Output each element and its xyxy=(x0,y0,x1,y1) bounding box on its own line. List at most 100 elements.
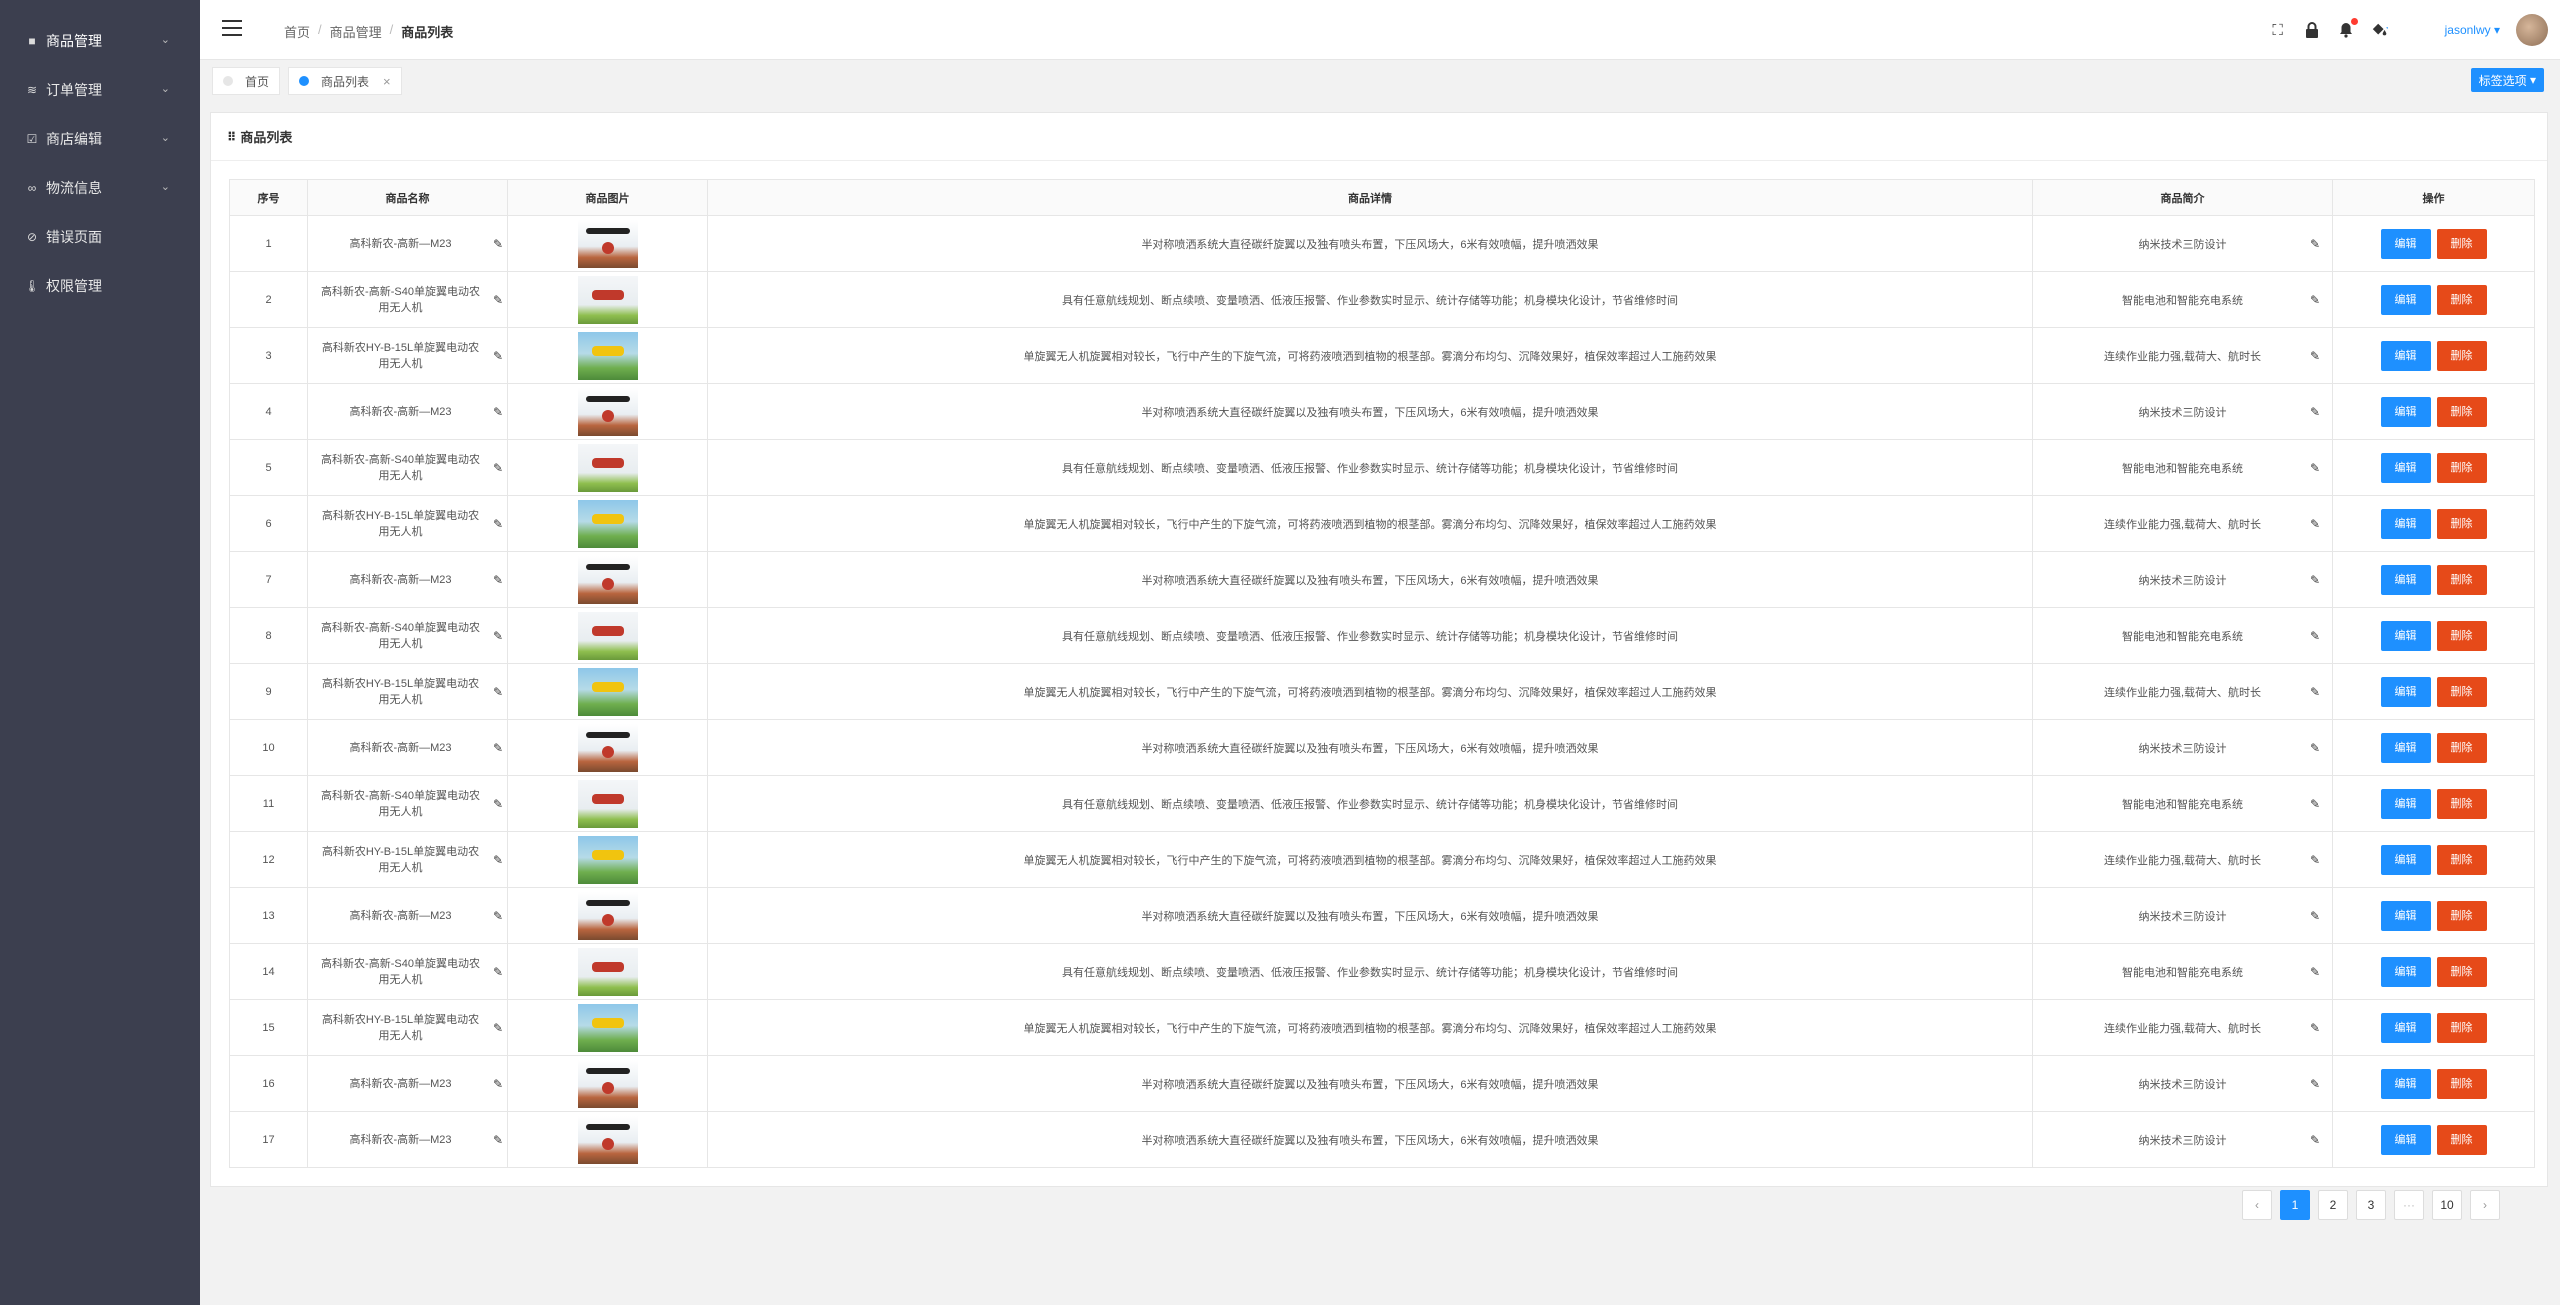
pagination-prev-icon[interactable]: ‹ xyxy=(2242,1190,2272,1220)
product-thumbnail[interactable] xyxy=(577,891,638,940)
edit-pencil-icon[interactable]: ✎ xyxy=(2310,853,2320,867)
edit-pencil-icon[interactable]: ✎ xyxy=(2310,573,2320,587)
bell-icon[interactable] xyxy=(2337,18,2358,39)
edit-pencil-icon[interactable]: ✎ xyxy=(2310,349,2320,363)
edit-pencil-icon[interactable]: ✎ xyxy=(2310,1077,2320,1091)
edit-button[interactable]: 编辑 xyxy=(2380,1012,2431,1043)
sidebar-item[interactable]: ☑ 商店编辑 ⌄ xyxy=(0,114,200,163)
product-thumbnail[interactable] xyxy=(577,723,638,772)
edit-pencil-icon[interactable]: ✎ xyxy=(2310,461,2320,475)
delete-button[interactable]: 删除 xyxy=(2436,900,2487,931)
edit-pencil-icon[interactable]: ✎ xyxy=(2310,293,2320,307)
tab-product-list[interactable]: 商品列表 × xyxy=(288,67,402,95)
delete-button[interactable]: 删除 xyxy=(2436,564,2487,595)
edit-pencil-icon[interactable]: ✎ xyxy=(493,460,503,476)
sidebar-item[interactable]: 🌡 权限管理 xyxy=(0,261,200,310)
edit-pencil-icon[interactable]: ✎ xyxy=(493,404,503,420)
edit-button[interactable]: 编辑 xyxy=(2380,340,2431,371)
edit-pencil-icon[interactable]: ✎ xyxy=(493,1132,503,1148)
product-thumbnail[interactable] xyxy=(577,1003,638,1052)
edit-button[interactable]: 编辑 xyxy=(2380,788,2431,819)
delete-button[interactable]: 删除 xyxy=(2436,1012,2487,1043)
edit-button[interactable]: 编辑 xyxy=(2380,732,2431,763)
product-thumbnail[interactable] xyxy=(577,1059,638,1108)
delete-button[interactable]: 删除 xyxy=(2436,956,2487,987)
pagination-page[interactable]: 3 xyxy=(2356,1190,2386,1220)
edit-button[interactable]: 编辑 xyxy=(2380,1124,2431,1155)
delete-button[interactable]: 删除 xyxy=(2436,284,2487,315)
product-thumbnail[interactable] xyxy=(577,499,638,548)
product-thumbnail[interactable] xyxy=(577,275,638,324)
edit-pencil-icon[interactable]: ✎ xyxy=(493,1076,503,1092)
edit-button[interactable]: 编辑 xyxy=(2380,452,2431,483)
delete-button[interactable]: 删除 xyxy=(2436,340,2487,371)
edit-pencil-icon[interactable]: ✎ xyxy=(493,852,503,868)
edit-pencil-icon[interactable]: ✎ xyxy=(2310,741,2320,755)
edit-pencil-icon[interactable]: ✎ xyxy=(493,236,503,252)
menu-toggle-icon[interactable] xyxy=(222,20,242,36)
edit-pencil-icon[interactable]: ✎ xyxy=(493,628,503,644)
edit-button[interactable]: 编辑 xyxy=(2380,228,2431,259)
delete-button[interactable]: 删除 xyxy=(2436,620,2487,651)
fullscreen-icon[interactable]: ⛶ xyxy=(2269,21,2287,39)
sidebar-item[interactable]: ∞ 物流信息 ⌄ xyxy=(0,163,200,212)
product-thumbnail[interactable] xyxy=(577,555,638,604)
edit-pencil-icon[interactable]: ✎ xyxy=(493,1020,503,1036)
delete-button[interactable]: 删除 xyxy=(2436,732,2487,763)
pagination-page[interactable]: 1 xyxy=(2280,1190,2310,1220)
edit-button[interactable]: 编辑 xyxy=(2380,844,2431,875)
sidebar-item[interactable]: ≋ 订单管理 ⌄ xyxy=(0,65,200,114)
edit-pencil-icon[interactable]: ✎ xyxy=(2310,1133,2320,1147)
user-menu[interactable]: jasonlwy ▾ xyxy=(2445,23,2500,37)
tab-options-button[interactable]: 标签选项 ▾ xyxy=(2470,68,2544,92)
edit-pencil-icon[interactable]: ✎ xyxy=(493,740,503,756)
breadcrumb-parent[interactable]: 商品管理 xyxy=(330,22,382,41)
pagination-page[interactable]: 2 xyxy=(2318,1190,2348,1220)
edit-pencil-icon[interactable]: ✎ xyxy=(2310,237,2320,251)
edit-button[interactable]: 编辑 xyxy=(2380,620,2431,651)
edit-pencil-icon[interactable]: ✎ xyxy=(493,684,503,700)
product-thumbnail[interactable] xyxy=(577,1115,638,1164)
avatar[interactable] xyxy=(2516,14,2548,46)
edit-button[interactable]: 编辑 xyxy=(2380,676,2431,707)
product-thumbnail[interactable] xyxy=(577,387,638,436)
edit-pencil-icon[interactable]: ✎ xyxy=(493,572,503,588)
product-thumbnail[interactable] xyxy=(577,835,638,884)
edit-pencil-icon[interactable]: ✎ xyxy=(493,348,503,364)
pagination-next-icon[interactable]: › xyxy=(2470,1190,2500,1220)
edit-pencil-icon[interactable]: ✎ xyxy=(493,796,503,812)
edit-pencil-icon[interactable]: ✎ xyxy=(2310,909,2320,923)
product-thumbnail[interactable] xyxy=(577,667,638,716)
edit-button[interactable]: 编辑 xyxy=(2380,396,2431,427)
edit-pencil-icon[interactable]: ✎ xyxy=(493,908,503,924)
sidebar-item[interactable]: ■ 商品管理 ⌄ xyxy=(0,16,200,65)
edit-pencil-icon[interactable]: ✎ xyxy=(2310,629,2320,643)
delete-button[interactable]: 删除 xyxy=(2436,508,2487,539)
delete-button[interactable]: 删除 xyxy=(2436,676,2487,707)
product-thumbnail[interactable] xyxy=(577,219,638,268)
edit-button[interactable]: 编辑 xyxy=(2380,508,2431,539)
edit-button[interactable]: 编辑 xyxy=(2380,900,2431,931)
edit-pencil-icon[interactable]: ✎ xyxy=(2310,965,2320,979)
edit-pencil-icon[interactable]: ✎ xyxy=(2310,517,2320,531)
edit-pencil-icon[interactable]: ✎ xyxy=(2310,685,2320,699)
edit-pencil-icon[interactable]: ✎ xyxy=(2310,1021,2320,1035)
product-thumbnail[interactable] xyxy=(577,443,638,492)
edit-button[interactable]: 编辑 xyxy=(2380,284,2431,315)
delete-button[interactable]: 删除 xyxy=(2436,452,2487,483)
product-thumbnail[interactable] xyxy=(577,331,638,380)
edit-pencil-icon[interactable]: ✎ xyxy=(493,516,503,532)
theme-paint-icon[interactable] xyxy=(2371,21,2389,39)
edit-pencil-icon[interactable]: ✎ xyxy=(2310,797,2320,811)
delete-button[interactable]: 删除 xyxy=(2436,844,2487,875)
product-thumbnail[interactable] xyxy=(577,947,638,996)
edit-pencil-icon[interactable]: ✎ xyxy=(493,964,503,980)
delete-button[interactable]: 删除 xyxy=(2436,396,2487,427)
delete-button[interactable]: 删除 xyxy=(2436,228,2487,259)
edit-button[interactable]: 编辑 xyxy=(2380,564,2431,595)
edit-pencil-icon[interactable]: ✎ xyxy=(493,292,503,308)
lock-icon[interactable] xyxy=(2303,21,2321,39)
product-thumbnail[interactable] xyxy=(577,779,638,828)
product-thumbnail[interactable] xyxy=(577,611,638,660)
delete-button[interactable]: 删除 xyxy=(2436,788,2487,819)
